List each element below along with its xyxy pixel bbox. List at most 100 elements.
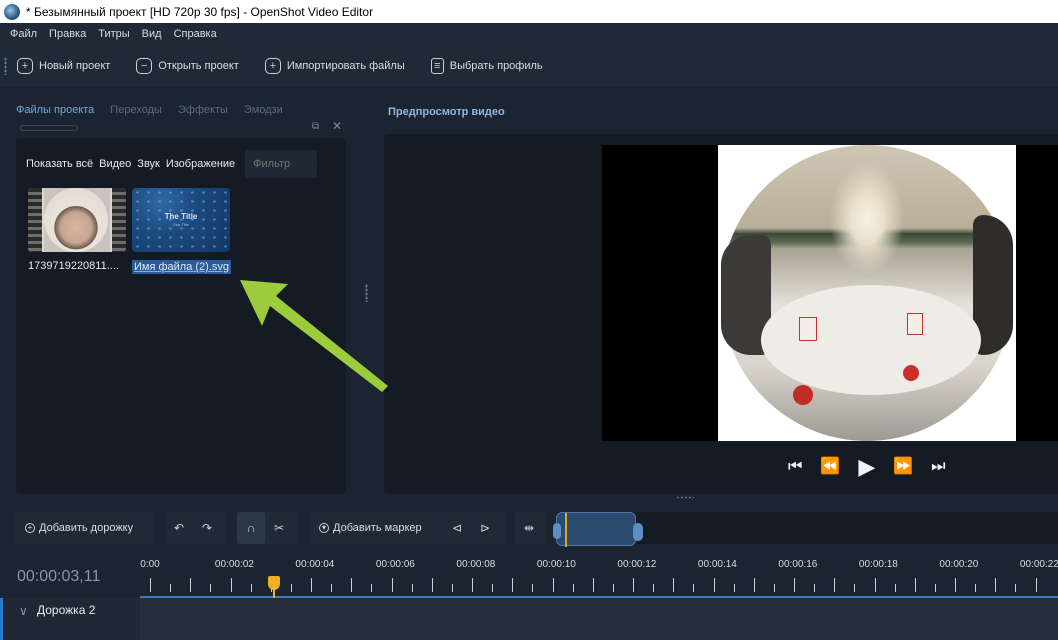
current-time-display: 00:00:03,11 xyxy=(17,568,101,585)
ruler-tick xyxy=(411,584,413,592)
ruler-tick xyxy=(492,584,494,592)
snapping-magnet-icon[interactable]: ∩ xyxy=(237,512,265,544)
track-lane[interactable] xyxy=(140,598,1058,640)
chevron-down-icon[interactable]: ∨ xyxy=(19,604,28,618)
ruler-tick-label: 00:00:04 xyxy=(295,559,335,570)
import-files-button[interactable]: + Импортировать файлы xyxy=(264,58,405,74)
ruler-tick xyxy=(894,584,896,592)
menu-view[interactable]: Вид xyxy=(136,28,168,40)
file-item-video[interactable]: 1739719220811.... xyxy=(28,188,128,272)
main-toolbar: + Новый проект − Открыть проект + Импорт… xyxy=(0,45,1058,87)
ruler-tick xyxy=(451,584,453,592)
file-name: 1739719220811.... xyxy=(28,260,119,272)
plus-icon: + xyxy=(17,58,33,74)
import-files-label: Импортировать файлы xyxy=(286,60,405,72)
new-project-label: Новый проект xyxy=(39,60,111,72)
tab-project-files[interactable]: Файлы проекта xyxy=(16,104,94,116)
zoom-handle-right[interactable] xyxy=(633,523,643,541)
ruler-tick xyxy=(552,578,554,592)
file-item-title-svg[interactable]: The Title Sub-Title Имя файла (2).svg xyxy=(132,188,232,274)
menu-file[interactable]: Файл xyxy=(4,28,43,40)
ruler-tick xyxy=(955,578,956,592)
add-marker-button[interactable]: ▾ Добавить маркер xyxy=(309,512,443,544)
thumb-subtitle-text: Sub-Title xyxy=(173,222,189,227)
jump-end-icon[interactable]: ⏭ xyxy=(931,459,945,475)
file-name-selected[interactable]: Имя файла (2).svg xyxy=(132,260,232,274)
tab-emoji[interactable]: Эмодзи xyxy=(244,104,283,116)
tab-transitions[interactable]: Переходы xyxy=(110,104,162,116)
ruler-tick xyxy=(250,584,252,592)
ruler-tick xyxy=(210,584,212,592)
preview-heading: Предпросмотр видео xyxy=(388,106,505,118)
jump-start-icon[interactable]: ⏮ xyxy=(788,459,802,475)
menu-titles[interactable]: Титры xyxy=(92,28,135,40)
center-timeline-icon[interactable]: ⇹ xyxy=(515,521,543,535)
ruler-tick xyxy=(331,584,333,592)
ruler-tick-label: 00:00:18 xyxy=(858,559,898,570)
menu-edit[interactable]: Правка xyxy=(43,28,92,40)
file-filter-bar: Показать всё Видео Звук Изображение xyxy=(26,150,318,178)
ruler-tick xyxy=(995,578,997,592)
menubar: Файл Правка Титры Вид Справка xyxy=(0,23,1058,45)
choose-profile-label: Выбрать профиль xyxy=(449,60,543,72)
track-name: Дорожка 2 xyxy=(37,603,96,617)
new-project-button[interactable]: + Новый проект xyxy=(17,58,110,74)
ruler-tick xyxy=(814,584,816,592)
add-track-button[interactable]: + Добавить дорожку xyxy=(15,512,155,544)
ruler-tick xyxy=(512,578,514,592)
preview-image xyxy=(721,145,1013,441)
ruler-tick xyxy=(834,578,836,592)
thumbnail-size-slider[interactable] xyxy=(20,125,78,131)
timeline-zoom-region[interactable] xyxy=(553,512,1058,547)
filter-show-all[interactable]: Показать всё xyxy=(26,158,93,170)
filter-audio[interactable]: Звук xyxy=(137,158,160,170)
open-project-button[interactable]: − Открыть проект xyxy=(136,58,239,74)
ruler-tick xyxy=(351,578,353,592)
ruler-tick-label: 00:00:20 xyxy=(939,559,979,570)
tab-effects[interactable]: Эффекты xyxy=(178,104,228,116)
ruler-tick xyxy=(150,578,151,592)
zoom-handle-left[interactable] xyxy=(553,523,561,539)
toolbar-grip-handle[interactable] xyxy=(4,57,7,75)
previous-marker-icon[interactable]: ⊲ xyxy=(443,521,471,535)
ruler-tick-label: 00:00:14 xyxy=(697,559,737,570)
filter-input[interactable] xyxy=(245,150,318,178)
filter-image[interactable]: Изображение xyxy=(166,158,235,170)
playback-controls: ⏮ ⏪ ▶ ⏩ ⏭ xyxy=(788,456,964,478)
float-dock-icon[interactable]: ⧉ xyxy=(312,121,322,132)
ruler-tick xyxy=(230,578,232,592)
ruler-tick xyxy=(371,584,373,592)
ruler-tick xyxy=(934,584,936,592)
ruler-tick xyxy=(311,578,312,592)
ruler-tick xyxy=(733,584,735,592)
ruler-tick-label: 00:00:02 xyxy=(214,559,254,570)
close-dock-icon[interactable]: ✕ xyxy=(332,119,342,133)
marker-icon: ▾ xyxy=(319,523,329,533)
ruler-tick-label: 00:00:22 xyxy=(1019,559,1058,570)
next-marker-icon[interactable]: ⊳ xyxy=(471,521,499,535)
track-header[interactable]: ∨ Дорожка 2 xyxy=(0,598,140,640)
ruler-tick-label: 00:00:06 xyxy=(375,559,415,570)
fast-forward-icon[interactable]: ⏩ xyxy=(893,459,913,475)
openshot-logo-icon xyxy=(4,3,20,20)
razor-scissors-icon[interactable]: ✂ xyxy=(265,521,293,535)
filter-video[interactable]: Видео xyxy=(99,158,131,170)
menu-help[interactable]: Справка xyxy=(168,28,223,40)
video-frame xyxy=(602,145,1058,441)
ruler-tick xyxy=(190,578,192,592)
play-icon[interactable]: ▶ xyxy=(858,456,875,478)
horizontal-splitter-handle[interactable] xyxy=(676,496,694,499)
ruler-tick xyxy=(431,578,433,592)
ruler-tick xyxy=(633,578,634,592)
add-marker-label: Добавить маркер xyxy=(333,522,422,534)
vertical-splitter-handle[interactable] xyxy=(365,284,368,302)
zoom-window[interactable] xyxy=(553,512,643,547)
ruler-tick xyxy=(693,584,695,592)
add-track-label: Добавить дорожку xyxy=(39,522,134,534)
undo-icon[interactable]: ↶ xyxy=(165,521,193,535)
choose-profile-button[interactable]: ≡ Выбрать профиль xyxy=(430,58,543,74)
redo-icon[interactable]: ↷ xyxy=(193,521,221,535)
ruler-tick-label: 00:00:08 xyxy=(456,559,496,570)
project-files-panel: Показать всё Видео Звук Изображение 1739… xyxy=(16,138,346,494)
rewind-icon[interactable]: ⏪ xyxy=(820,459,840,475)
